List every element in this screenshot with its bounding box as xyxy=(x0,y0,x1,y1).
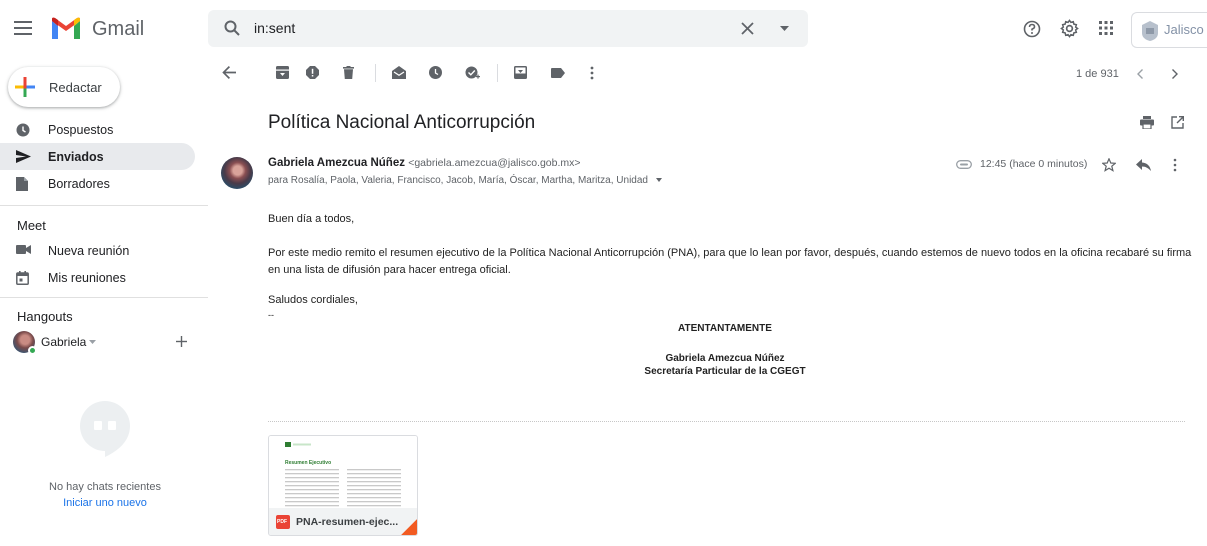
mark-unread-icon[interactable] xyxy=(392,66,406,79)
hangouts-empty-icon xyxy=(80,401,130,457)
help-icon[interactable] xyxy=(1023,20,1041,38)
account-switcher[interactable]: Jalisco xyxy=(1131,12,1207,48)
draft-icon xyxy=(16,177,30,191)
sidebar-divider xyxy=(0,297,208,298)
no-chats-text: No hay chats recientes xyxy=(49,481,161,493)
pdf-badge-label: PDF xyxy=(277,519,287,525)
compose-label: Redactar xyxy=(49,80,102,95)
send-icon xyxy=(16,150,31,164)
sender-avatar[interactable] xyxy=(221,157,253,189)
open-new-window-icon[interactable] xyxy=(1171,116,1184,129)
attachment-card[interactable]: Resumen Ejecutivo PDF PNA-resumen-ejec..… xyxy=(268,435,418,536)
signature-name: Gabriela Amezcua Núñez xyxy=(665,353,785,364)
calendar-icon xyxy=(16,271,30,285)
newer-chevron-left-icon[interactable] xyxy=(1137,69,1143,79)
attachment-indicator-icon xyxy=(956,160,972,169)
attachment-footer: PDF PNA-resumen-ejec... xyxy=(269,508,417,535)
main-menu-icon[interactable] xyxy=(14,20,32,36)
attachment-file-name: PNA-resumen-ejec... xyxy=(296,516,399,528)
recipients-line: para Rosalía, Paola, Valeria, Francisco,… xyxy=(268,175,662,186)
settings-gear-icon[interactable] xyxy=(1060,19,1079,38)
message-more-options-icon[interactable] xyxy=(1173,158,1177,172)
sidebar-item-pospuestos[interactable]: Pospuestos xyxy=(0,116,195,143)
email-body-line-1: Por este medio remito el resumen ejecuti… xyxy=(268,247,1192,259)
sidebar-item-label: Enviados xyxy=(48,150,104,164)
snooze-clock-icon[interactable] xyxy=(429,66,442,79)
email-body-line-2: en una lista de difusión para hacer entr… xyxy=(268,264,511,276)
add-hangout-icon[interactable] xyxy=(176,336,187,347)
search-bar[interactable]: in:sent xyxy=(208,10,808,47)
sender-name[interactable]: Gabriela Amezcua Núñez xyxy=(268,157,405,169)
sidebar-item-label: Borradores xyxy=(48,177,110,191)
hangouts-user-name: Gabriela xyxy=(41,335,87,349)
compose-plus-icon xyxy=(15,77,35,97)
delete-trash-icon[interactable] xyxy=(343,66,354,79)
sidebar-item-label: Mis reuniones xyxy=(48,271,126,285)
attachments-divider xyxy=(268,421,1185,422)
preview-text-lines xyxy=(285,469,401,507)
sidebar-item-borradores[interactable]: Borradores xyxy=(0,170,195,197)
add-to-tasks-icon[interactable] xyxy=(465,66,480,80)
online-status-dot xyxy=(28,346,37,355)
apps-grid-icon[interactable] xyxy=(1099,21,1113,35)
back-arrow-icon[interactable] xyxy=(222,66,236,79)
search-options-icon[interactable] xyxy=(780,26,789,31)
signature-title: ATENTANTAMENTE xyxy=(678,323,772,334)
pdf-badge: PDF xyxy=(276,515,290,529)
gmail-logo-icon[interactable] xyxy=(50,17,82,41)
signature-separator: -- xyxy=(268,310,274,320)
toolbar-divider xyxy=(497,64,498,82)
move-to-icon[interactable] xyxy=(514,66,527,79)
email-timestamp: 12:45 (hace 0 minutos) xyxy=(980,158,1088,170)
toolbar-divider xyxy=(375,64,376,82)
email-subject: Política Nacional Anticorrupción xyxy=(268,112,536,133)
preview-heading: Resumen Ejecutivo xyxy=(285,460,332,466)
meet-section-title: Meet xyxy=(17,218,46,233)
email-closing: Saludos cordiales, xyxy=(268,294,358,306)
hangouts-section-title: Hangouts xyxy=(17,309,73,324)
app-name: Gmail xyxy=(92,18,145,40)
sender-email: <gabriela.amezcua@jalisco.gob.mx> xyxy=(408,157,581,169)
star-icon[interactable] xyxy=(1102,158,1116,172)
older-chevron-right-icon[interactable] xyxy=(1172,69,1178,79)
top-bar: Gmail in:sent Jalisco xyxy=(0,0,1207,62)
recipients-text: para Rosalía, Paola, Valeria, Francisco,… xyxy=(268,175,648,186)
account-org-label: Jalisco xyxy=(1164,22,1204,37)
print-icon[interactable] xyxy=(1140,116,1154,129)
attachment-preview: Resumen Ejecutivo xyxy=(269,436,417,508)
file-type-corner-icon xyxy=(399,517,417,535)
email-greeting: Buen día a todos, xyxy=(268,213,355,225)
clock-icon xyxy=(16,123,30,137)
archive-icon[interactable] xyxy=(276,66,289,79)
sidebar-item-label: Nueva reunión xyxy=(48,244,130,258)
sidebar-item-enviados[interactable]: Enviados xyxy=(0,143,195,170)
clear-search-icon[interactable] xyxy=(741,22,754,35)
compose-button[interactable]: Redactar xyxy=(8,67,120,107)
start-new-chat-link[interactable]: Iniciar uno nuevo xyxy=(0,497,210,509)
sender-line: Gabriela Amezcua Núñez <gabriela.amezcua… xyxy=(268,157,581,169)
sidebar-item-label: Pospuestos xyxy=(48,123,114,137)
label-tag-icon[interactable] xyxy=(551,68,565,78)
jalisco-crest-icon xyxy=(1139,19,1161,43)
reply-arrow-icon[interactable] xyxy=(1136,159,1151,171)
sidebar-divider xyxy=(0,205,208,206)
report-spam-icon[interactable] xyxy=(306,66,319,79)
search-input[interactable]: in:sent xyxy=(254,20,295,36)
show-details-chevron-icon[interactable] xyxy=(655,178,662,183)
page-count: 1 de 931 xyxy=(1076,68,1119,80)
search-icon[interactable] xyxy=(224,20,240,36)
more-options-icon[interactable] xyxy=(590,66,594,80)
video-icon xyxy=(16,244,31,258)
hangouts-user[interactable]: Gabriela xyxy=(13,331,123,355)
sidebar-item-mis-reuniones[interactable]: Mis reuniones xyxy=(0,264,195,291)
sidebar-item-nueva-reunion[interactable]: Nueva reunión xyxy=(0,237,195,264)
chevron-down-icon xyxy=(89,340,96,344)
signature-role: Secretaría Particular de la CGEGT xyxy=(644,366,806,377)
pna-logo-icon xyxy=(285,442,311,447)
